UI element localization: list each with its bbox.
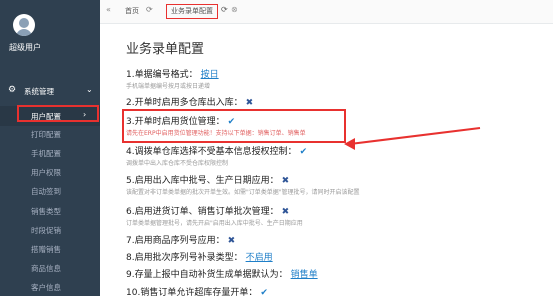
- setting-transfer-warehouse: 4.调拨单仓库选择不受基本信息授权控制： ✔: [126, 144, 307, 157]
- sidebar-item-sales-type[interactable]: 销售类型: [0, 201, 100, 221]
- sidebar-item-mobile-config[interactable]: 手机配置: [0, 143, 100, 163]
- setting-label: 6.启用进货订单、销售订单批次管理：: [126, 207, 279, 217]
- setting-label: 1.单据编号格式：: [126, 70, 198, 80]
- setting-order-batch: 6.启用进货订单、销售订单批次管理： ✖: [126, 204, 289, 217]
- page-title: 业务录单配置: [126, 42, 205, 57]
- refresh-icon[interactable]: ⟳: [221, 5, 228, 14]
- tab-bar: « 首页 ⟳ 业务录单配置 ⟳ ⊗: [100, 0, 553, 24]
- setting-oversell: 10.销售订单允许超库存量开单： ✔: [126, 285, 268, 296]
- sidebar-group-label: 系统管理: [24, 87, 54, 96]
- setting-serial-number: 7.启用商品序列号应用： ✖: [126, 233, 235, 246]
- sidebar-item-label: 用户权限: [31, 168, 61, 177]
- chevron-down-icon: ⌄: [86, 85, 93, 94]
- setting-label: 9.存量上报中自动补货生成单据默认为：: [126, 270, 288, 280]
- gear-icon: ⚙: [8, 85, 17, 95]
- double-chevron-left-icon[interactable]: «: [106, 5, 111, 14]
- close-icon[interactable]: ⊗: [231, 5, 238, 14]
- sidebar-item-customer-info[interactable]: 客户信息: [0, 277, 100, 296]
- sidebar: 超级用户 ⚙ 系统管理 ⌄ 用户配置 › 打印配置 手机配置 用户权限 自动签到…: [0, 0, 100, 296]
- setting-label: 8.启用批次序列号补录类型：: [126, 253, 243, 263]
- sidebar-item-label: 手机配置: [31, 149, 61, 158]
- setting-value-link[interactable]: 不启用: [246, 253, 273, 263]
- sidebar-item-label: 时段促销: [31, 226, 61, 235]
- setting-auto-replenish: 9.存量上报中自动补货生成单据默认为： 销售单: [126, 267, 318, 280]
- cross-icon[interactable]: ✖: [282, 176, 290, 186]
- setting-batch-serial-type: 8.启用批次序列号补录类型： 不启用: [126, 250, 273, 263]
- sidebar-item-label: 商品信息: [31, 264, 61, 273]
- sidebar-item-print-config[interactable]: 打印配置: [0, 124, 100, 144]
- refresh-icon[interactable]: ⟳: [146, 5, 153, 14]
- highlight-box-setting: [122, 109, 346, 143]
- setting-hint: 手机端单据编号按月或按日递增: [126, 83, 211, 90]
- setting-value-link[interactable]: 按日: [201, 70, 219, 80]
- sidebar-item-label: 客户信息: [31, 283, 61, 292]
- setting-label: 5.启用出入库中批号、生产日期应用：: [126, 176, 279, 186]
- sidebar-item-label: 自动签到: [31, 187, 61, 196]
- cross-icon[interactable]: ✖: [246, 98, 254, 108]
- sidebar-item-product-info[interactable]: 商品信息: [0, 258, 100, 278]
- main-content: 业务录单配置 1.单据编号格式： 按日 手机端单据编号按月或按日递增 2.开单时启…: [100, 24, 553, 296]
- setting-label: 10.销售订单允许超库存量开单：: [126, 288, 258, 296]
- setting-batch-date: 5.启用出入库中批号、生产日期应用： ✖: [126, 173, 289, 186]
- cross-icon[interactable]: ✖: [282, 207, 290, 217]
- sidebar-item-label: 销售类型: [31, 207, 61, 216]
- sidebar-item-label: 打印配置: [31, 130, 61, 139]
- setting-hint: 调拨单中出入库仓库不受仓库权限控制: [126, 160, 229, 167]
- setting-value-link[interactable]: 销售单: [291, 270, 318, 280]
- sidebar-group-system-management[interactable]: ⚙ 系统管理 ⌄: [0, 82, 100, 100]
- sidebar-item-bundle-sales[interactable]: 搭赠销售: [0, 239, 100, 259]
- setting-hint: 订单类单据管理批号，请先开启"启用出入库中批号、生产日期应用: [126, 220, 303, 227]
- avatar[interactable]: [13, 14, 35, 36]
- sidebar-item-auto-checkin[interactable]: 自动签到: [0, 181, 100, 201]
- cross-icon[interactable]: ✖: [228, 236, 236, 246]
- tab-home[interactable]: 首页: [125, 6, 139, 16]
- app-window: 超级用户 ⚙ 系统管理 ⌄ 用户配置 › 打印配置 手机配置 用户权限 自动签到…: [0, 0, 553, 296]
- highlight-box-tab: [166, 4, 218, 19]
- setting-doc-number-format: 1.单据编号格式： 按日: [126, 67, 219, 80]
- sidebar-item-user-permissions[interactable]: 用户权限: [0, 162, 100, 182]
- setting-label: 7.启用商品序列号应用：: [126, 236, 225, 246]
- sidebar-item-label: 搭赠销售: [31, 245, 61, 254]
- check-icon[interactable]: ✔: [300, 147, 308, 157]
- setting-multi-warehouse: 2.开单时启用多仓库出入库： ✖: [126, 95, 253, 108]
- setting-hint: 该配置对非订单类单据的批次开单生效。如需"订单类单据"管理批号，请同时开启该配置: [126, 189, 360, 196]
- setting-label: 2.开单时启用多仓库出入库：: [126, 98, 243, 108]
- highlight-box-sidebar: [17, 105, 99, 122]
- user-name: 超级用户: [9, 43, 41, 52]
- sidebar-item-time-promotion[interactable]: 时段促销: [0, 220, 100, 240]
- setting-label: 4.调拨单仓库选择不受基本信息授权控制：: [126, 147, 297, 157]
- check-icon[interactable]: ✔: [260, 288, 268, 296]
- red-arrow-icon: [344, 127, 481, 150]
